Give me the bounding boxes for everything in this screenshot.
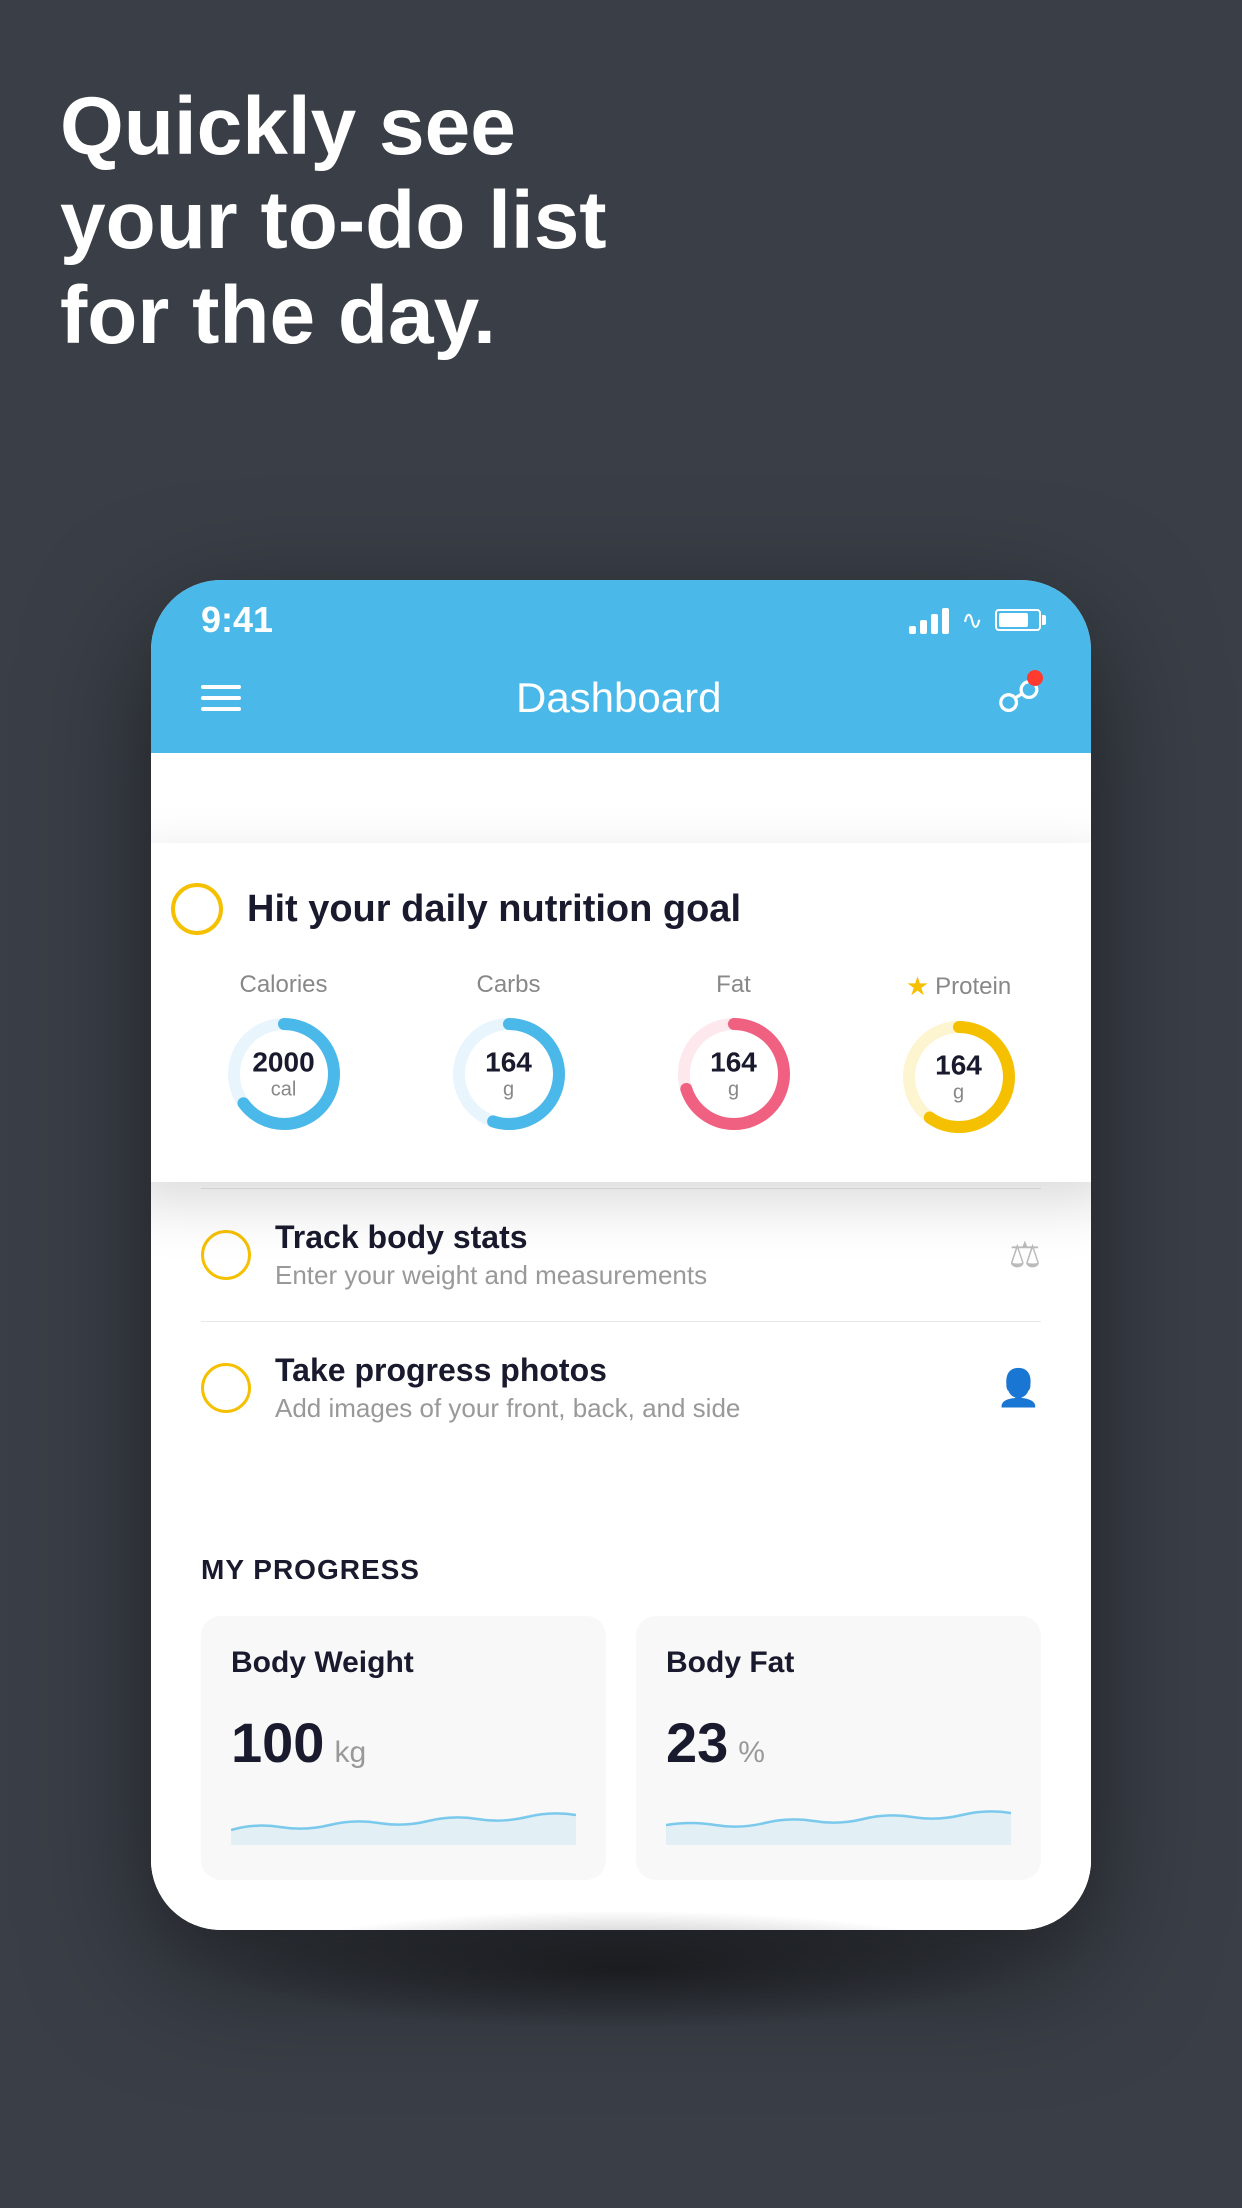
body-weight-card-title: Body Weight — [231, 1646, 576, 1680]
body-fat-value: 23 — [666, 1710, 728, 1775]
carbs-label: Carbs — [476, 971, 540, 999]
status-bar: 9:41 ∿ — [151, 580, 1091, 652]
my-progress-title: MY PROGRESS — [201, 1554, 1041, 1586]
body-fat-card-title: Body Fat — [666, 1646, 1011, 1680]
page-title: Dashboard — [516, 674, 721, 722]
wifi-icon: ∿ — [961, 605, 983, 636]
nutrition-circles: Calories 2000 cal — [171, 971, 1071, 1142]
progress-cards: Body Weight 100 kg Body Fat — [201, 1616, 1041, 1880]
protein-item: ★ Protein 164 g — [894, 971, 1024, 1142]
content-area: THINGS TO DO TODAY Hit your daily nutrit… — [151, 753, 1091, 1930]
phone-screen: 9:41 ∿ Dashboard — [151, 580, 1091, 1930]
nutrition-card[interactable]: Hit your daily nutrition goal Calories — [151, 843, 1091, 1182]
protein-donut: 164 g — [894, 1012, 1024, 1142]
notification-button[interactable]: ☍ — [996, 672, 1041, 723]
calories-value: 2000 cal — [252, 1048, 314, 1101]
nutrition-card-header: Hit your daily nutrition goal — [171, 883, 1071, 935]
fat-donut: 164 g — [669, 1009, 799, 1139]
protein-label: ★ Protein — [906, 971, 1011, 1002]
signal-icon — [909, 606, 949, 634]
fat-item: Fat 164 g — [669, 971, 799, 1139]
status-time: 9:41 — [201, 599, 273, 641]
fat-value: 164 g — [710, 1048, 757, 1101]
body-stats-radio[interactable] — [201, 1230, 251, 1280]
body-fat-value-row: 23 % — [666, 1710, 1011, 1775]
menu-button[interactable] — [201, 685, 241, 711]
person-icon: 👤 — [996, 1367, 1041, 1409]
my-progress-section: MY PROGRESS Body Weight 100 kg — [151, 1494, 1091, 1930]
todo-progress-photos[interactable]: Take progress photos Add images of your … — [201, 1321, 1041, 1454]
nutrition-radio[interactable] — [171, 883, 223, 935]
app-header: Dashboard ☍ — [151, 652, 1091, 753]
protein-star-icon: ★ — [906, 971, 929, 1002]
carbs-value: 164 g — [485, 1048, 532, 1101]
calories-donut: 2000 cal — [219, 1009, 349, 1139]
body-weight-unit: kg — [334, 1736, 366, 1770]
body-stats-content: Track body stats Enter your weight and m… — [275, 1219, 985, 1291]
scale-icon: ⚖ — [1009, 1234, 1041, 1276]
body-weight-value-row: 100 kg — [231, 1710, 576, 1775]
body-stats-title: Track body stats — [275, 1219, 985, 1256]
carbs-item: Carbs 164 g — [444, 971, 574, 1139]
phone-mockup: 9:41 ∿ Dashboard — [151, 580, 1091, 1930]
status-icons: ∿ — [909, 605, 1041, 636]
notification-badge — [1027, 670, 1043, 686]
body-stats-subtitle: Enter your weight and measurements — [275, 1260, 985, 1291]
progress-photos-radio[interactable] — [201, 1363, 251, 1413]
body-weight-value: 100 — [231, 1710, 324, 1775]
body-weight-card[interactable]: Body Weight 100 kg — [201, 1616, 606, 1880]
body-fat-graph — [666, 1795, 1011, 1845]
phone-shadow — [221, 1910, 1021, 2030]
hero-headline: Quickly see your to-do list for the day. — [60, 80, 607, 363]
progress-photos-title: Take progress photos — [275, 1352, 972, 1389]
battery-icon — [995, 609, 1041, 631]
things-today-section: THINGS TO DO TODAY Hit your daily nutrit… — [151, 793, 1091, 1930]
protein-value: 164 g — [935, 1051, 982, 1104]
carbs-donut: 164 g — [444, 1009, 574, 1139]
todo-track-body-stats[interactable]: Track body stats Enter your weight and m… — [201, 1188, 1041, 1321]
fat-label: Fat — [716, 971, 751, 999]
progress-photos-content: Take progress photos Add images of your … — [275, 1352, 972, 1424]
calories-item: Calories 2000 cal — [219, 971, 349, 1139]
body-weight-graph — [231, 1795, 576, 1845]
body-fat-unit: % — [738, 1736, 765, 1770]
calories-label: Calories — [239, 971, 327, 999]
body-fat-card[interactable]: Body Fat 23 % — [636, 1616, 1041, 1880]
nutrition-card-title: Hit your daily nutrition goal — [247, 888, 741, 931]
progress-photos-subtitle: Add images of your front, back, and side — [275, 1393, 972, 1424]
